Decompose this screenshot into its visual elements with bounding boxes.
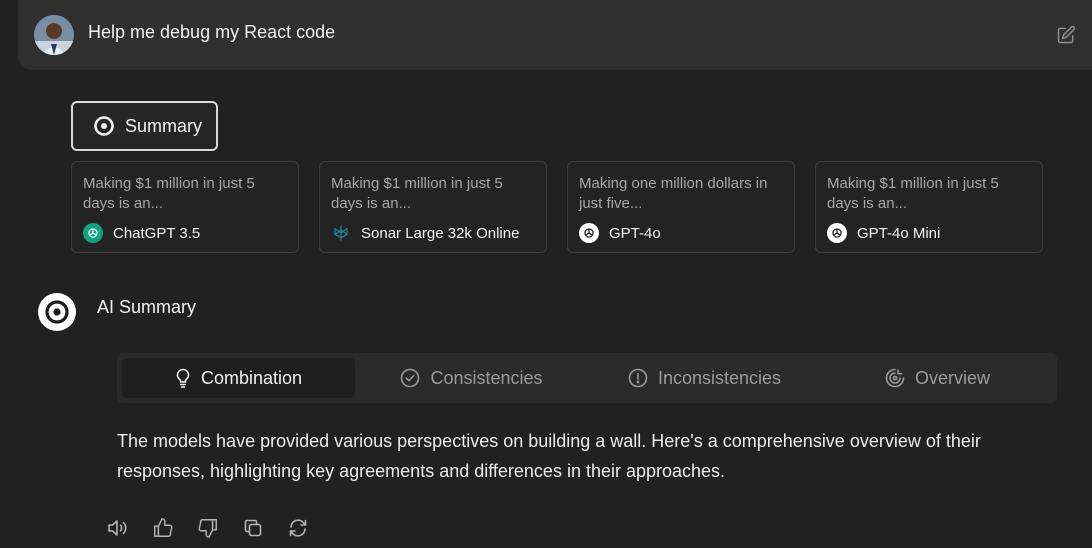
tab-overview[interactable]: Overview	[821, 358, 1054, 398]
ai-summary-title: AI Summary	[97, 297, 197, 317]
model-card-gpt-4o[interactable]: Making one million dollars in just five.…	[567, 161, 795, 253]
summary-button[interactable]: Summary	[71, 101, 218, 151]
chat-page: Help me debug my React code Summary Maki…	[0, 0, 1092, 548]
card-model-name: GPT-4o Mini	[857, 224, 941, 242]
message-actions	[106, 516, 310, 540]
summary-label: Summary	[125, 115, 203, 136]
thumbs-up-icon[interactable]	[151, 516, 175, 540]
card-model-name: ChatGPT 3.5	[113, 224, 201, 242]
tab-inconsistencies[interactable]: Inconsistencies	[588, 358, 821, 398]
openai-icon	[827, 223, 847, 243]
tab-label: Inconsistencies	[657, 367, 782, 388]
tab-consistencies[interactable]: Consistencies	[355, 358, 588, 398]
perplexity-icon	[331, 223, 351, 243]
card-preview: Making $1 million in just 5 days is an..…	[827, 175, 999, 212]
model-card-gpt-4o-mini[interactable]: Making $1 million in just 5 days is an..…	[815, 161, 1043, 253]
avatar	[34, 15, 74, 55]
card-preview: Making $1 million in just 5 days is an..…	[83, 175, 255, 212]
model-card-chatgpt-3-5[interactable]: Making $1 million in just 5 days is an..…	[71, 161, 299, 253]
openai-green-icon	[83, 223, 103, 243]
card-model-name: GPT-4o	[609, 224, 661, 242]
tab-label: Overview	[914, 367, 990, 388]
card-preview: Making $1 million in just 5 days is an..…	[331, 175, 503, 212]
openai-icon	[579, 223, 599, 243]
regenerate-icon[interactable]	[286, 516, 310, 540]
overview-icon	[885, 368, 905, 388]
copy-icon[interactable]	[241, 516, 265, 540]
tab-label: Combination	[200, 367, 303, 388]
thumbs-down-icon[interactable]	[196, 516, 220, 540]
card-model-name: Sonar Large 32k Online	[361, 224, 520, 242]
tab-label: Consistencies	[430, 367, 543, 388]
card-preview: Making one million dollars in just five.…	[579, 175, 768, 212]
prompt-text: Help me debug my React code	[88, 22, 336, 42]
target-icon	[93, 115, 115, 137]
lightbulb-icon	[175, 368, 191, 388]
edit-icon[interactable]	[1054, 23, 1078, 47]
summary-tabs: Combination Consistencies Inconsistencie…	[117, 353, 1057, 403]
summary-body-text: The models have provided various perspec…	[117, 431, 981, 481]
tab-combination[interactable]: Combination	[122, 358, 355, 398]
model-card-sonar-large[interactable]: Making $1 million in just 5 days is an..…	[319, 161, 547, 253]
check-circle-icon	[400, 368, 420, 388]
ai-summary-logo-icon	[38, 293, 76, 331]
alert-circle-icon	[628, 368, 648, 388]
speaker-icon[interactable]	[106, 516, 130, 540]
